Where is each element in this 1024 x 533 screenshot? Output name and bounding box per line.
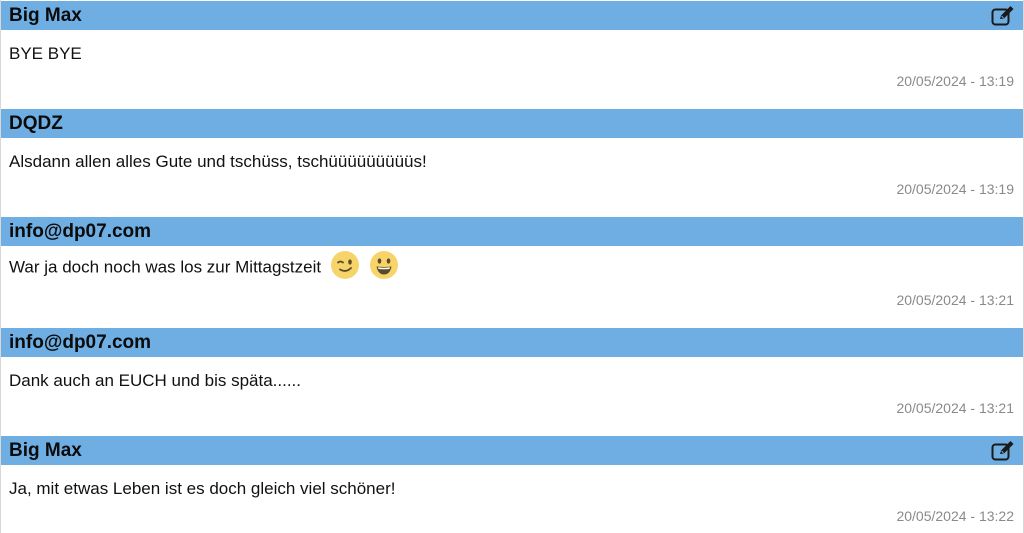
message-timestamp: 20/05/2024 - 13:21 [896, 292, 1014, 308]
message-timestamp: 20/05/2024 - 13:22 [896, 508, 1014, 524]
chat-message: Big Max BYE BYE 20/05/2024 - 13:19 [0, 0, 1024, 108]
chat-message: info@dp07.com War ja doch noch was los z… [0, 216, 1024, 327]
message-author: info@dp07.com [9, 332, 152, 353]
message-text: Dank auch an EUCH und bis späta...... [9, 371, 301, 390]
message-text: Ja, mit etwas Leben ist es doch gleich v… [9, 479, 396, 498]
message-timestamp: 20/05/2024 - 13:19 [896, 181, 1014, 197]
chat-message: DQDZ Alsdann allen alles Gute und tschüs… [0, 108, 1024, 216]
message-text: Alsdann allen alles Gute und tschüss, ts… [9, 152, 427, 171]
message-text: BYE BYE [9, 44, 82, 63]
message-author: Big Max [9, 5, 82, 26]
message-header: DQDZ [1, 109, 1023, 138]
message-timestamp: 20/05/2024 - 13:21 [896, 400, 1014, 416]
chat-message: Big Max Ja, mit etwas Leben ist es doch … [0, 435, 1024, 533]
edit-message-button[interactable] [991, 5, 1015, 27]
message-author: DQDZ [9, 113, 63, 134]
message-header: Big Max [1, 1, 1023, 30]
message-author: info@dp07.com [9, 221, 152, 242]
edit-icon [991, 441, 1014, 461]
chat-feed: Big Max BYE BYE 20/05/2024 - 13:19 DQDZ … [0, 0, 1024, 533]
message-header: Big Max [1, 436, 1023, 465]
message-header: info@dp07.com [1, 217, 1023, 246]
edit-message-button[interactable] [991, 440, 1015, 462]
edit-icon [991, 6, 1014, 26]
winking-face-emoji [330, 250, 360, 280]
grinning-face-emoji [369, 250, 399, 280]
message-text-row: War ja doch noch was los zur Mittagstzei… [9, 251, 399, 280]
message-timestamp: 20/05/2024 - 13:19 [896, 73, 1014, 89]
chat-message: info@dp07.com Dank auch an EUCH und bis … [0, 327, 1024, 435]
message-text: War ja doch noch was los zur Mittagstzei… [9, 257, 322, 277]
message-header: info@dp07.com [1, 328, 1023, 357]
message-author: Big Max [9, 440, 82, 461]
